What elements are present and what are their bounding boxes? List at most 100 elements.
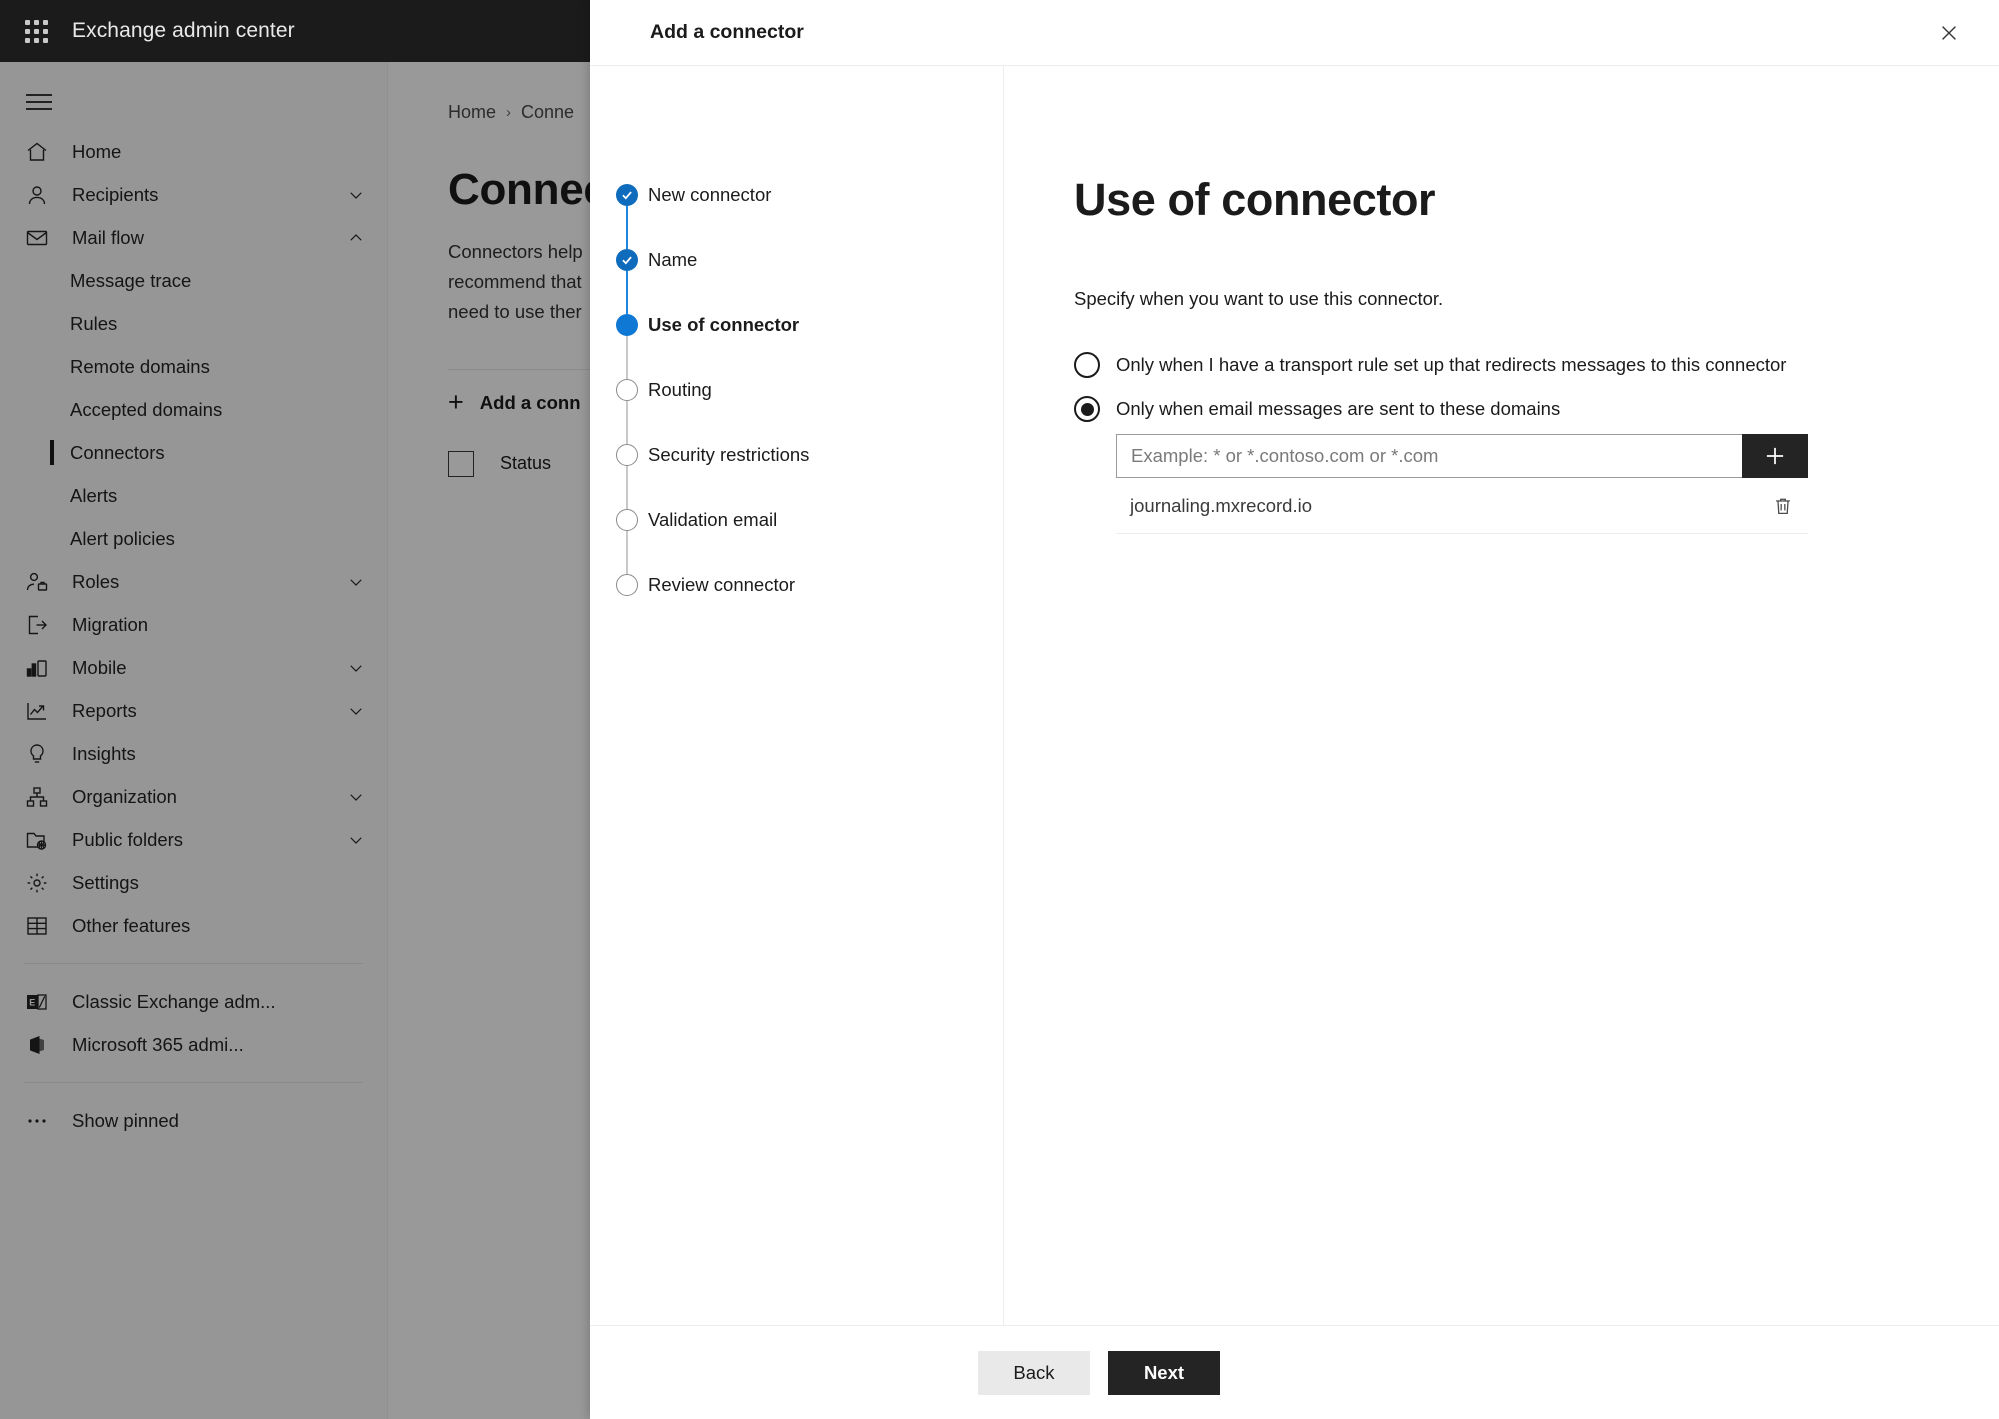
sidebar-item-message-trace[interactable]: Message trace — [0, 259, 387, 302]
sidebar-item-reports[interactable]: Reports — [0, 689, 387, 732]
sidebar-item-accepted-domains[interactable]: Accepted domains — [0, 388, 387, 431]
domain-input[interactable] — [1116, 434, 1742, 478]
sidebar-item-other-features[interactable]: Other features — [0, 904, 387, 947]
close-icon[interactable] — [1925, 9, 1973, 57]
chevron-up-icon[interactable] — [345, 227, 367, 249]
sidebar-item-label: Mail flow — [72, 226, 144, 248]
chevron-down-icon[interactable] — [345, 700, 367, 722]
sidebar-show-pinned-label: Show pinned — [72, 1109, 179, 1131]
radio-label: Only when email messages are sent to the… — [1116, 398, 1561, 419]
pane-subtitle: Specify when you want to use this connec… — [1074, 288, 1444, 309]
radio-these-domains[interactable] — [1074, 396, 1100, 422]
sidebar-item-label: Organization — [72, 785, 177, 807]
sidebar-item-connectors[interactable]: Connectors — [0, 431, 387, 474]
add-connector-dialog: Add a connector New connector Name Use o… — [590, 0, 1999, 1419]
select-all-checkbox[interactable] — [448, 450, 474, 477]
sidebar-show-pinned[interactable]: Show pinned — [0, 1099, 387, 1142]
sidebar-item-organization[interactable]: Organization — [0, 775, 387, 818]
sidebar-item-label: Message trace — [70, 269, 192, 291]
mail-icon — [24, 225, 50, 251]
step-connector-line — [626, 531, 628, 574]
breadcrumb-item-connectors[interactable]: Conne — [521, 102, 574, 123]
sidebar-item-roles[interactable]: Roles — [0, 560, 387, 603]
hamburger-menu-icon[interactable] — [14, 72, 72, 130]
sidebar-item-migration[interactable]: Migration — [0, 603, 387, 646]
step-complete-icon — [616, 249, 638, 271]
sidebar-item-alert-policies[interactable]: Alert policies — [0, 517, 387, 560]
sidebar-item-label: Rules — [70, 312, 118, 334]
step-complete-icon — [616, 184, 638, 206]
step-label: Name — [648, 249, 698, 270]
trash-icon[interactable] — [1772, 495, 1794, 517]
sidebar-divider — [24, 963, 363, 964]
breadcrumb-item-home[interactable]: Home — [448, 102, 496, 123]
step-pending-icon — [616, 444, 638, 466]
step-review-connector[interactable]: Review connector — [590, 574, 1003, 596]
sidebar-item-label: Mobile — [72, 656, 127, 678]
step-pending-icon — [616, 379, 638, 401]
sidebar-link-classic-exchange-admin[interactable]: E Classic Exchange adm... — [0, 980, 387, 1023]
chevron-down-icon[interactable] — [345, 571, 367, 593]
step-current-icon — [616, 314, 638, 336]
back-button[interactable]: Back — [978, 1350, 1090, 1395]
mobile-icon — [24, 655, 50, 681]
sidebar-item-mail-flow[interactable]: Mail flow — [0, 216, 387, 259]
dialog-footer: Back Next — [590, 1325, 1999, 1419]
sidebar-item-label: Roles — [72, 570, 120, 592]
sidebar: Home Recipients Mail flow Message trace … — [0, 62, 388, 1419]
svg-text:E: E — [29, 997, 35, 1007]
use-of-connector-radio-group: Only when I have a transport rule set up… — [1074, 352, 1999, 534]
radio-label: Only when I have a transport rule set up… — [1116, 354, 1787, 375]
sidebar-item-label: Public folders — [72, 828, 184, 850]
sidebar-item-home[interactable]: Home — [0, 130, 387, 173]
radio-row-transport-rule[interactable]: Only when I have a transport rule set up… — [1074, 352, 1999, 378]
sidebar-link-microsoft-365-admin[interactable]: Microsoft 365 admi... — [0, 1023, 387, 1066]
classic-exchange-icon: E — [24, 989, 50, 1015]
sidebar-item-label: Insights — [72, 742, 136, 764]
sidebar-item-public-folders[interactable]: Public folders — [0, 818, 387, 861]
step-connector-line — [626, 401, 628, 444]
add-a-connector-button[interactable]: Add a conn — [480, 392, 581, 414]
step-routing[interactable]: Routing — [590, 379, 1003, 444]
chevron-down-icon[interactable] — [345, 829, 367, 851]
step-validation-email[interactable]: Validation email — [590, 509, 1003, 574]
pane-heading: Use of connector — [1074, 174, 1436, 225]
step-name[interactable]: Name — [590, 249, 1003, 314]
sidebar-link-label: Classic Exchange adm... — [72, 990, 276, 1012]
sidebar-item-recipients[interactable]: Recipients — [0, 173, 387, 216]
dialog-title: Add a connector — [650, 21, 804, 43]
step-use-of-connector[interactable]: Use of connector — [590, 314, 1003, 379]
radio-row-these-domains[interactable]: Only when email messages are sent to the… — [1074, 396, 1999, 422]
sidebar-item-rules[interactable]: Rules — [0, 302, 387, 345]
chevron-down-icon[interactable] — [345, 657, 367, 679]
roles-icon — [24, 569, 50, 595]
sidebar-item-mobile[interactable]: Mobile — [0, 646, 387, 689]
chevron-down-icon[interactable] — [345, 786, 367, 808]
wizard-stepper: New connector Name Use of connector Rout… — [590, 66, 1004, 1325]
add-domain-button[interactable] — [1742, 434, 1808, 478]
chevron-down-icon[interactable] — [345, 184, 367, 206]
public-folder-icon — [24, 827, 50, 853]
column-header-status[interactable]: Status — [500, 453, 551, 474]
sidebar-item-insights[interactable]: Insights — [0, 732, 387, 775]
radio-transport-rule[interactable] — [1074, 352, 1100, 378]
step-label: Review connector — [648, 574, 796, 595]
sidebar-item-remote-domains[interactable]: Remote domains — [0, 345, 387, 388]
sidebar-divider — [24, 1082, 363, 1083]
step-pending-icon — [616, 574, 638, 596]
domain-name: journaling.mxrecord.io — [1130, 494, 1313, 516]
sidebar-item-label: Remote domains — [70, 355, 210, 377]
sidebar-item-settings[interactable]: Settings — [0, 861, 387, 904]
step-security-restrictions[interactable]: Security restrictions — [590, 444, 1003, 509]
app-launcher-icon[interactable] — [14, 9, 58, 53]
sidebar-item-alerts[interactable]: Alerts — [0, 474, 387, 517]
step-connector-line — [626, 466, 628, 509]
plus-icon — [1762, 443, 1788, 469]
wizard-pane: Use of connector Specify when you want t… — [1004, 66, 1999, 1325]
step-new-connector[interactable]: New connector — [590, 184, 1003, 249]
next-button[interactable]: Next — [1108, 1350, 1220, 1395]
step-connector-line — [626, 336, 628, 379]
breadcrumb-separator: › — [506, 104, 512, 121]
sidebar-item-label: Accepted domains — [70, 398, 223, 420]
plus-icon: + — [448, 387, 464, 418]
